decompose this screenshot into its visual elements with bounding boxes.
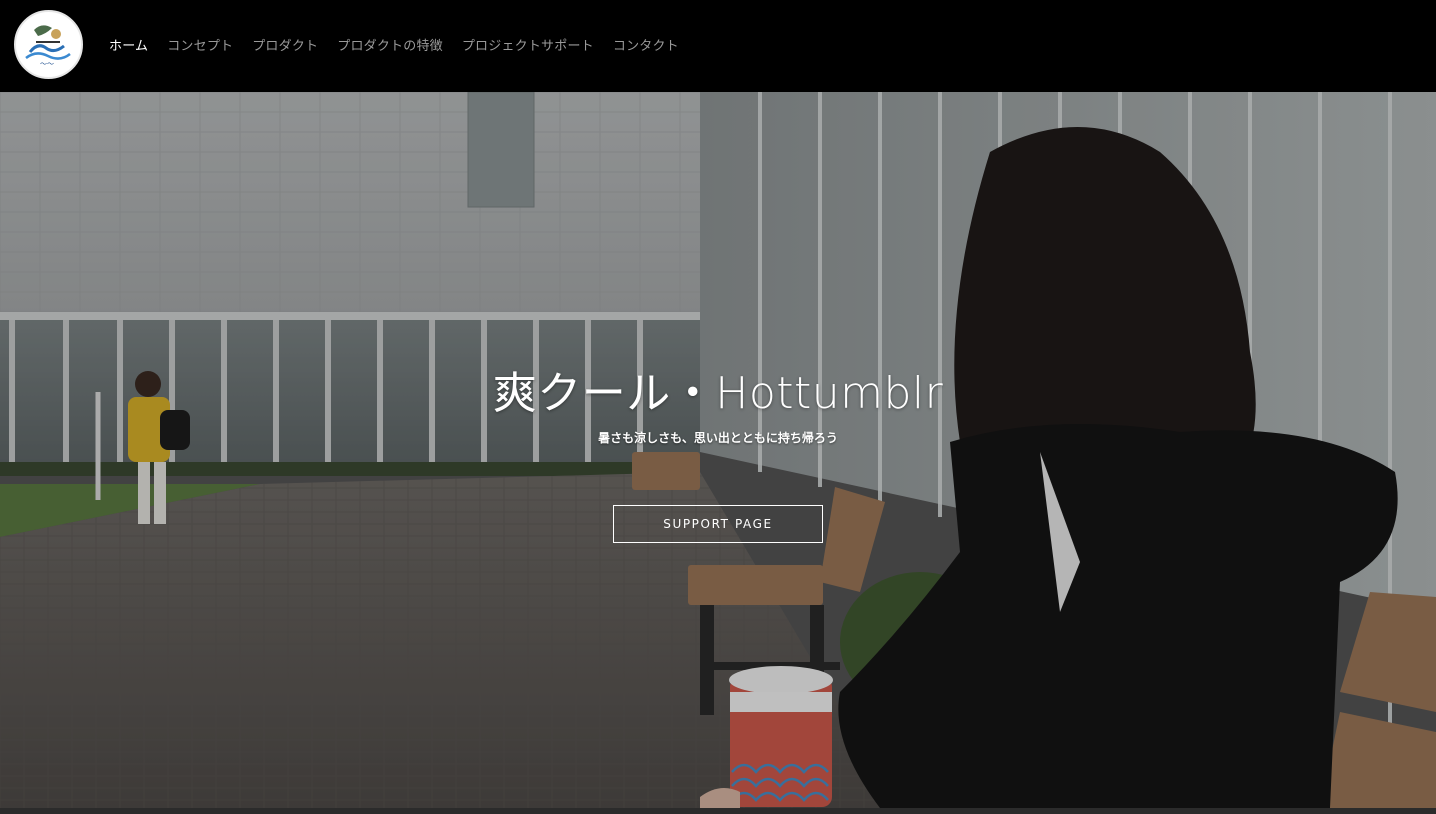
hero-overlay	[0, 92, 1436, 808]
support-page-button[interactable]: SUPPORT PAGE	[613, 505, 823, 543]
main-nav: ホーム コンセプト プロダクト プロダクトの特徴 プロジェクトサポート コンタク…	[109, 34, 698, 54]
hero-subtitle: 暑さも涼しさも、思い出とともに持ち帰ろう	[598, 431, 838, 445]
bottom-strip	[0, 808, 1436, 814]
hero-title: 爽クール・Hottumblr	[492, 368, 944, 419]
nav-item-concept[interactable]: コンセプト	[167, 35, 233, 54]
site-header: 〜〜 ホーム コンセプト プロダクト プロダクトの特徴 プロジェクトサポート コ…	[0, 0, 1436, 92]
nav-item-product[interactable]: プロダクト	[252, 35, 318, 54]
hero-section: 爽クール・Hottumblr 暑さも涼しさも、思い出とともに持ち帰ろう SUPP…	[0, 92, 1436, 808]
svg-text:〜〜: 〜〜	[40, 60, 54, 68]
nav-item-product-features[interactable]: プロダクトの特徴	[337, 35, 443, 54]
nav-item-contact[interactable]: コンタクト	[613, 35, 679, 54]
nav-item-project-support[interactable]: プロジェクトサポート	[462, 35, 594, 54]
brand-logo-icon[interactable]: 〜〜	[14, 10, 83, 79]
nav-item-home[interactable]: ホーム	[109, 35, 148, 54]
